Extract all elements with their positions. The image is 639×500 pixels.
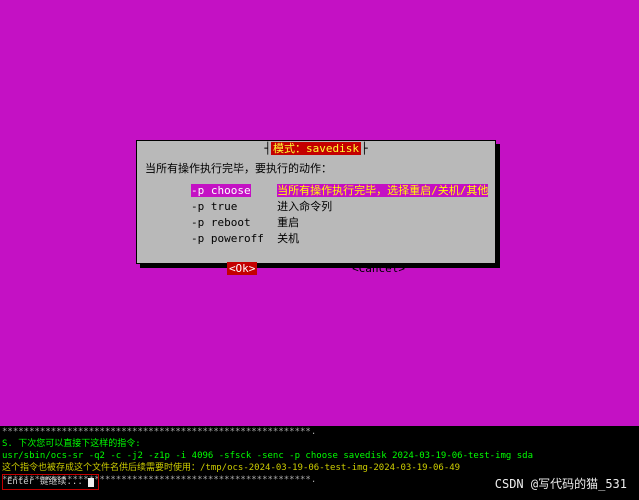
option-true[interactable]: -p true 进入命令列	[191, 198, 495, 214]
dialog-title-row: ┤模式：savedisk├	[137, 140, 495, 156]
option-poweroff[interactable]: -p poweroff 关机	[191, 230, 495, 246]
options-list[interactable]: -p choose 当所有操作执行完毕，选择重启/关机/其他 -p true 进…	[191, 182, 495, 246]
title-bracket-left: ┤	[264, 142, 271, 155]
title-bracket-right: ├	[361, 142, 368, 155]
savedisk-dialog: ┤模式：savedisk├ 当所有操作执行完毕，要执行的动作： -p choos…	[136, 140, 496, 264]
option-desc: 关机	[277, 232, 299, 245]
dialog-title: 模式：savedisk	[271, 142, 361, 155]
terminal-hint: S. 下次您可以直接下这样的指令:	[2, 438, 639, 450]
option-key: -p true	[191, 200, 237, 213]
option-reboot[interactable]: -p reboot 重启	[191, 214, 495, 230]
option-desc: 当所有操作执行完毕，选择重启/关机/其他	[277, 184, 488, 197]
button-row: <Ok> <Cancel>	[137, 262, 495, 275]
cancel-button[interactable]: <Cancel>	[352, 262, 405, 275]
dialog-prompt: 当所有操作执行完毕，要执行的动作：	[145, 160, 495, 176]
terminal-divider: ****************************************…	[2, 426, 639, 438]
desktop-background: ┤模式：savedisk├ 当所有操作执行完毕，要执行的动作： -p choos…	[0, 0, 639, 426]
watermark: CSDN @写代码的猫_531	[495, 475, 627, 492]
option-desc: 进入命令列	[277, 200, 332, 213]
cursor-icon	[88, 478, 94, 487]
enter-prompt-box[interactable]: Enter 键继续...	[2, 474, 99, 490]
ok-button[interactable]: <Ok>	[227, 262, 258, 275]
enter-prompt: Enter 键继续...	[7, 477, 88, 487]
option-key: -p poweroff	[191, 232, 264, 245]
option-choose[interactable]: -p choose 当所有操作执行完毕，选择重启/关机/其他	[191, 182, 495, 198]
option-key: -p choose	[191, 184, 251, 197]
option-key: -p reboot	[191, 216, 251, 229]
terminal-command: usr/sbin/ocs-sr -q2 -c -j2 -z1p -i 4096 …	[2, 450, 639, 462]
terminal-info: 这个指令也被存成这个文件名供后续需要时使用：/tmp/ocs-2024-03-1…	[2, 462, 639, 474]
option-desc: 重启	[277, 216, 299, 229]
